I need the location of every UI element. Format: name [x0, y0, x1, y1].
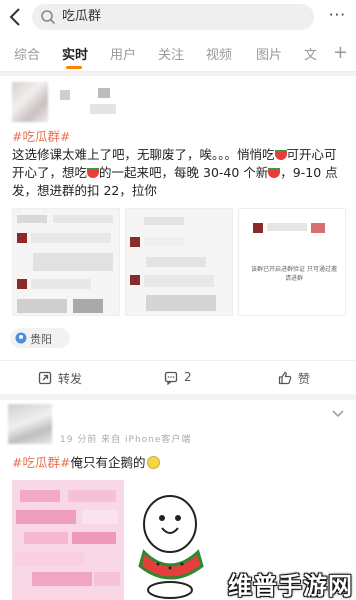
avatar[interactable]: [12, 82, 48, 122]
tab-comprehensive[interactable]: 综合: [14, 44, 40, 63]
pixelated-image[interactable]: [12, 480, 124, 600]
comment-icon: [164, 371, 178, 385]
active-tab-indicator: [66, 66, 82, 69]
search-input[interactable]: 吃瓜群: [32, 4, 314, 30]
back-arrow-icon[interactable]: [8, 7, 24, 27]
tab-video[interactable]: 视频: [206, 44, 232, 63]
tab-images[interactable]: 图片: [256, 44, 282, 63]
tab-articles[interactable]: 文: [304, 44, 317, 63]
post-image[interactable]: 该群已开启进群验证 只可通过邀请进群: [238, 208, 346, 316]
tab-realtime[interactable]: 实时: [62, 44, 88, 63]
blurred-badge: [98, 88, 110, 98]
site-watermark: 维普手游网: [228, 572, 353, 600]
repost-icon: [38, 371, 52, 385]
tab-following[interactable]: 关注: [158, 44, 184, 63]
location-label: 贵阳: [30, 333, 52, 346]
repost-label: 转发: [58, 372, 83, 386]
filter-tabs: 综合 实时 用户 关注 视频 图片 文 +: [0, 36, 356, 72]
add-tab-icon[interactable]: +: [333, 42, 348, 63]
search-header: 吃瓜群 ···: [0, 0, 356, 36]
location-tag[interactable]: 贵阳: [10, 328, 70, 348]
more-menu-icon[interactable]: ···: [329, 6, 346, 24]
tab-users[interactable]: 用户: [110, 44, 136, 63]
location-pin-icon: [15, 332, 27, 344]
post-meta: 19 分前 来自 iPhone客户端: [60, 435, 192, 445]
hashtag-link[interactable]: #吃瓜群#: [12, 129, 70, 144]
chevron-down-icon[interactable]: [332, 410, 344, 418]
post-text-part: 俺只有企鹅的: [70, 455, 146, 470]
comment-count: 2: [184, 370, 192, 384]
watermelon-emoji-icon: [87, 168, 100, 178]
search-query: 吃瓜群: [62, 9, 102, 24]
search-icon: [41, 10, 56, 25]
post-text: #吃瓜群#俺只有企鹅的: [12, 454, 161, 472]
post-text-part: 这选修课太难上了吧，无聊废了，唉。。。悄悄吃: [12, 147, 275, 162]
post-actions-bar: 转发 2 赞: [0, 360, 356, 394]
post-image[interactable]: [12, 208, 120, 316]
image-grid: 该群已开启进群验证 只可通过邀请进群: [12, 208, 346, 316]
thumbs-up-icon: [278, 371, 292, 385]
post-text-part: 的一起来吧，每晚 30-40 个新: [99, 165, 269, 180]
avatar[interactable]: [8, 404, 52, 444]
watermelon-emoji-icon: [268, 168, 281, 178]
blurred-username: [60, 90, 70, 100]
post-card[interactable]: #吃瓜群# 这选修课太难上了吧，无聊废了，唉。。。悄悄吃 可开心可开心了，想吃 的一…: [0, 76, 356, 394]
penguin-emoji-icon: [147, 456, 161, 469]
watermelon-emoji-icon: [274, 150, 287, 160]
post-image[interactable]: [125, 208, 233, 316]
penguin-watermelon-sticker[interactable]: [130, 486, 216, 600]
like-label: 赞: [298, 372, 311, 386]
group-notice-text: 该群已开启进群验证 只可通过邀请进群: [251, 266, 337, 282]
post-text: #吃瓜群# 这选修课太难上了吧，无聊废了，唉。。。悄悄吃 可开心可开心了，想吃 的一…: [12, 128, 348, 200]
blurred-timestamp: [90, 104, 116, 114]
hashtag-link[interactable]: #吃瓜群#: [12, 455, 70, 470]
